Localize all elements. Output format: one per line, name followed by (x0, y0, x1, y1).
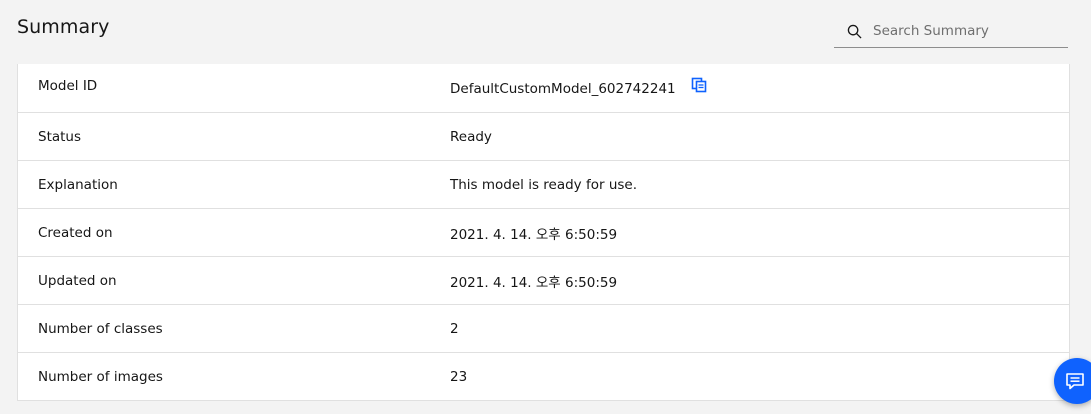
row-value: This model is ready for use. (450, 176, 638, 193)
search-input[interactable] (873, 23, 1063, 39)
row-label: Model ID (38, 78, 98, 94)
table-row-number-of-images: Number of images 23 (18, 352, 1069, 400)
row-label: Created on (38, 224, 113, 241)
copy-button[interactable] (690, 76, 708, 94)
table-row-number-of-classes: Number of classes 2 (18, 304, 1069, 352)
row-value: 2 (450, 320, 459, 337)
copy-icon (691, 77, 706, 93)
page-header: Summary (0, 0, 1091, 64)
table-row-status: Status Ready (18, 112, 1069, 160)
row-value: DefaultCustomModel_602742241 (450, 77, 708, 98)
row-label: Updated on (38, 272, 117, 289)
row-label: Status (38, 128, 82, 145)
summary-table: Model ID DefaultCustomModel_602742241 St… (17, 64, 1070, 401)
row-value: 23 (450, 368, 468, 385)
row-label: Number of classes (38, 320, 163, 337)
table-row-created-on: Created on 2021. 4. 14. 오후 6:50:59 (18, 208, 1069, 256)
table-row-explanation: Explanation This model is ready for use. (18, 160, 1069, 208)
page-title: Summary (17, 16, 110, 38)
row-label: Explanation (38, 176, 118, 193)
row-value: 2021. 4. 14. 오후 6:50:59 (450, 226, 618, 243)
search-icon (846, 23, 862, 39)
row-value: Ready (450, 128, 492, 145)
table-row-updated-on: Updated on 2021. 4. 14. 오후 6:50:59 (18, 256, 1069, 304)
row-value: 2021. 4. 14. 오후 6:50:59 (450, 274, 618, 291)
model-id-value: DefaultCustomModel_602742241 (450, 81, 676, 97)
table-row-model-id: Model ID DefaultCustomModel_602742241 (18, 64, 1069, 112)
search-box[interactable] (834, 15, 1068, 48)
row-label: Number of images (38, 368, 163, 385)
chat-icon (1065, 371, 1085, 391)
